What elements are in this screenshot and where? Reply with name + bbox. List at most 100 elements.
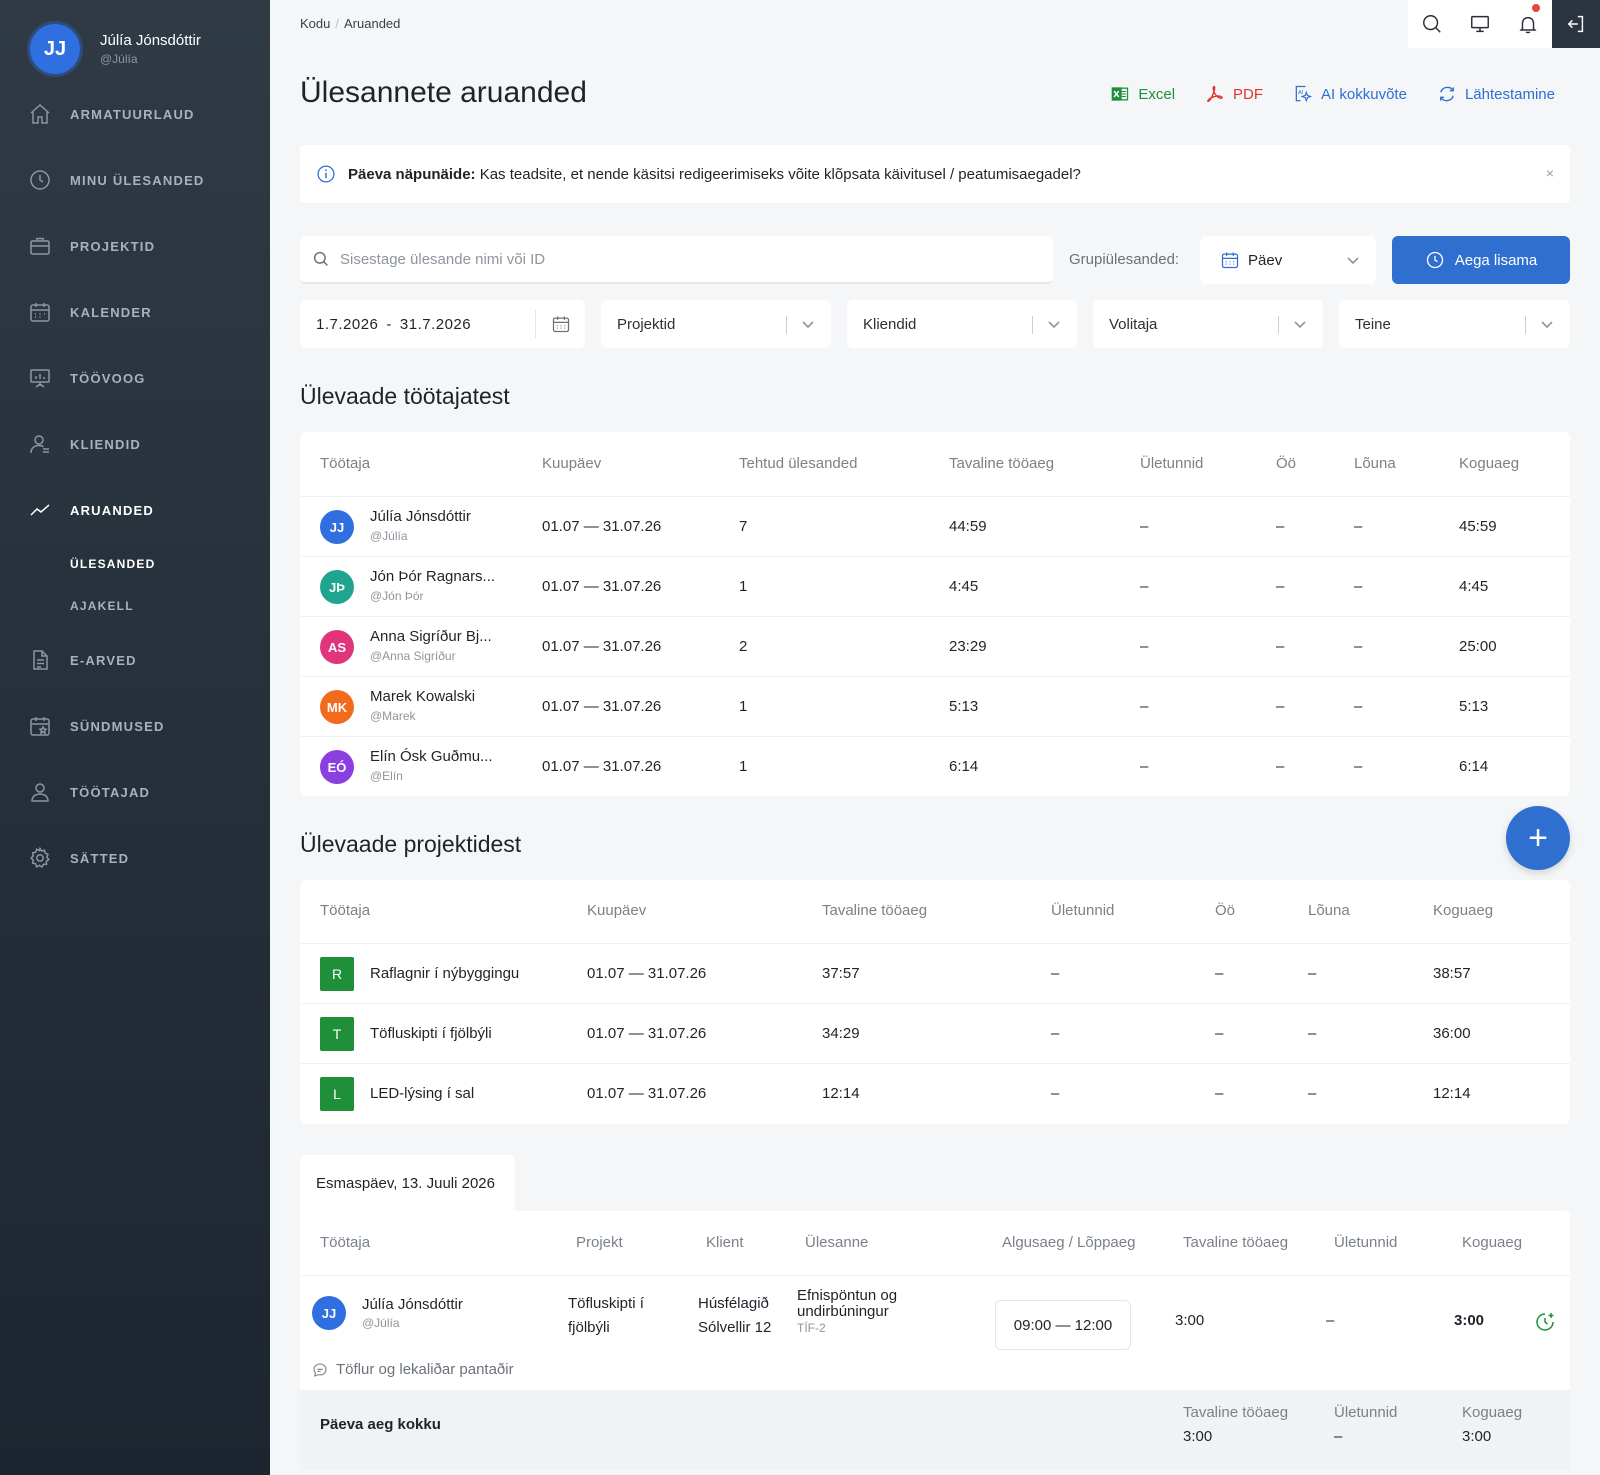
excel-export-button[interactable]: Excel [1110, 84, 1175, 104]
night-cell: – [1215, 1085, 1224, 1102]
group-by-select[interactable]: Päev [1200, 236, 1376, 284]
column-header[interactable]: Lõuna [1308, 902, 1350, 919]
time-entry-row[interactable]: JJ Júlía Jónsdóttir @Júlía Töfluskipti í… [300, 1275, 1570, 1391]
column-header[interactable]: Lõuna [1354, 455, 1396, 472]
column-header[interactable]: Ületunnid [1334, 1234, 1397, 1251]
column-header[interactable]: Projekt [576, 1234, 623, 1251]
column-header[interactable]: Algusaeg / Lõppaeg [1002, 1234, 1135, 1251]
column-header[interactable]: Ületunnid [1140, 455, 1203, 472]
regular-cell: 34:29 [822, 1025, 860, 1042]
avatar: MK [320, 690, 354, 724]
calendar-icon [552, 316, 570, 333]
column-header[interactable]: Kuupäev [542, 455, 601, 472]
done-cell: 2 [739, 638, 748, 655]
employee-handle: @Júlía [362, 1316, 400, 1330]
projects-filter[interactable]: Projektid [601, 300, 831, 348]
add-time-label: Aega lisama [1454, 251, 1538, 269]
task-search-input[interactable] [340, 250, 1020, 268]
sidebar-item-employees[interactable]: TÖÖTAJAD [0, 759, 270, 825]
column-header[interactable]: Koguaeg [1433, 902, 1493, 919]
sidebar-item-settings[interactable]: SÄTTED [0, 825, 270, 891]
add-fab-button[interactable]: + [1506, 806, 1570, 870]
sidebar-subitem-timeclock[interactable]: AJAKELL [0, 585, 270, 627]
sidebar-item-label: ARMATUURLAUD [70, 106, 195, 122]
overtime-cell: – [1140, 578, 1149, 595]
start-end-time-button[interactable]: 09:00 — 12:00 [995, 1300, 1131, 1350]
sidebar-item-my-tasks[interactable]: MINU ÜLESANDED [0, 147, 270, 213]
notifications-button[interactable] [1504, 0, 1552, 48]
breadcrumb-home[interactable]: Kodu [300, 16, 330, 31]
table-row[interactable]: AS Anna Sigríður Bj... @Anna Sigríður 01… [300, 616, 1570, 676]
date-range-picker[interactable]: 1.7.2026 - 31.7.2026 [300, 300, 585, 348]
screen-button[interactable] [1456, 0, 1504, 48]
chevron-down-icon [1294, 321, 1306, 329]
user-icon [30, 435, 49, 454]
pdf-export-button[interactable]: PDF [1205, 84, 1263, 104]
overtime-cell: – [1140, 638, 1149, 655]
sidebar-item-calendar[interactable]: KALENDER [0, 279, 270, 345]
column-header[interactable]: Kuupäev [587, 902, 646, 919]
sidebar-item-label: KLIENDID [70, 436, 141, 452]
add-time-button[interactable]: Aega lisama [1392, 236, 1570, 284]
column-header[interactable]: Töötaja [320, 455, 370, 472]
logout-button[interactable] [1552, 0, 1600, 48]
column-header[interactable]: Klient [706, 1234, 744, 1251]
sidebar-item-invoices[interactable]: E-ARVED [0, 627, 270, 693]
sidebar-item-dashboard[interactable]: ARMATUURLAUD [0, 81, 270, 147]
divider [535, 310, 536, 338]
table-row[interactable]: EÓ Elín Ósk Guðmu... @Elín 01.07 — 31.07… [300, 736, 1570, 796]
column-header[interactable]: Ülesanne [805, 1234, 868, 1251]
reset-button[interactable]: Lähtestamine [1437, 84, 1555, 104]
project-name: Töfluskipti í fjölbýli [370, 1025, 492, 1042]
column-header[interactable]: Töötaja [320, 902, 370, 919]
column-header[interactable]: Töötaja [320, 1234, 370, 1251]
search-button[interactable] [1408, 0, 1456, 48]
total-cell: 3:00 [1454, 1312, 1485, 1329]
logout-icon [1567, 15, 1584, 33]
table-row[interactable]: MK Marek Kowalski @Marek 01.07 — 31.07.2… [300, 676, 1570, 736]
column-header[interactable]: Tehtud ülesanded [739, 455, 857, 472]
client-name-line: Húsfélagið [698, 1295, 769, 1312]
chevron-down-icon [802, 321, 814, 329]
tip-close-button[interactable]: × [1546, 165, 1554, 181]
table-row[interactable]: L LED-lýsing í sal 01.07 — 31.07.26 12:1… [300, 1063, 1570, 1123]
table-row[interactable]: T Töfluskipti í fjölbýli 01.07 — 31.07.2… [300, 1003, 1570, 1063]
done-cell: 1 [739, 578, 748, 595]
assignee-filter[interactable]: Volitaja [1093, 300, 1323, 348]
calendar-star-icon [30, 717, 50, 736]
day-group-tab[interactable]: Esmaspäev, 13. Juuli 2026 [300, 1155, 515, 1211]
total-cell: 38:57 [1433, 965, 1471, 982]
column-header[interactable]: Koguaeg [1459, 455, 1519, 472]
table-row[interactable]: R Raflagnir í nýbyggingu 01.07 — 31.07.2… [300, 943, 1570, 1003]
sidebar-item-workflow[interactable]: TÖÖVOOG [0, 345, 270, 411]
night-cell: – [1276, 578, 1285, 595]
column-header[interactable]: Öö [1215, 902, 1235, 919]
column-header[interactable]: Öö [1276, 455, 1296, 472]
add-time-clock-icon[interactable] [1533, 1310, 1557, 1334]
overtime-cell: – [1051, 1025, 1060, 1042]
total-cell: 36:00 [1433, 1025, 1471, 1042]
sidebar-subitem-tasks[interactable]: ÜLESANDED [0, 543, 270, 585]
sidebar-item-events[interactable]: SÜNDMUSED [0, 693, 270, 759]
user-profile[interactable]: JJ Júlía Jónsdóttir @Júlía [30, 24, 201, 74]
regular-cell: 6:14 [949, 758, 979, 775]
sidebar-item-clients[interactable]: KLIENDID [0, 411, 270, 477]
total-cell: 25:00 [1459, 638, 1497, 655]
column-header[interactable]: Tavaline tööaeg [1183, 1234, 1288, 1251]
table-row[interactable]: JÞ Jón Þór Ragnars... @Jón Þór 01.07 — 3… [300, 556, 1570, 616]
column-header[interactable]: Tavaline tööaeg [822, 902, 927, 919]
column-header[interactable]: Koguaeg [1462, 1234, 1522, 1251]
table-row[interactable]: JJ Júlía Jónsdóttir @Júlía 01.07 — 31.07… [300, 496, 1570, 556]
clients-filter[interactable]: Kliendid [847, 300, 1077, 348]
sidebar-item-label: MINU ÜLESANDED [70, 172, 205, 188]
other-filter[interactable]: Teine [1339, 300, 1570, 348]
regular-cell: 5:13 [949, 698, 979, 715]
sidebar-item-projects[interactable]: PROJEKTID [0, 213, 270, 279]
lunch-cell: – [1308, 1085, 1317, 1102]
column-header[interactable]: Tavaline tööaeg [949, 455, 1054, 472]
column-header[interactable]: Ületunnid [1051, 902, 1114, 919]
ai-summary-button[interactable]: AI AI kokkuvõte [1293, 84, 1407, 104]
top-toolbar [1408, 0, 1600, 48]
employee-handle: @Elín [370, 769, 403, 783]
sidebar-item-reports[interactable]: ARUANDED [0, 477, 270, 543]
